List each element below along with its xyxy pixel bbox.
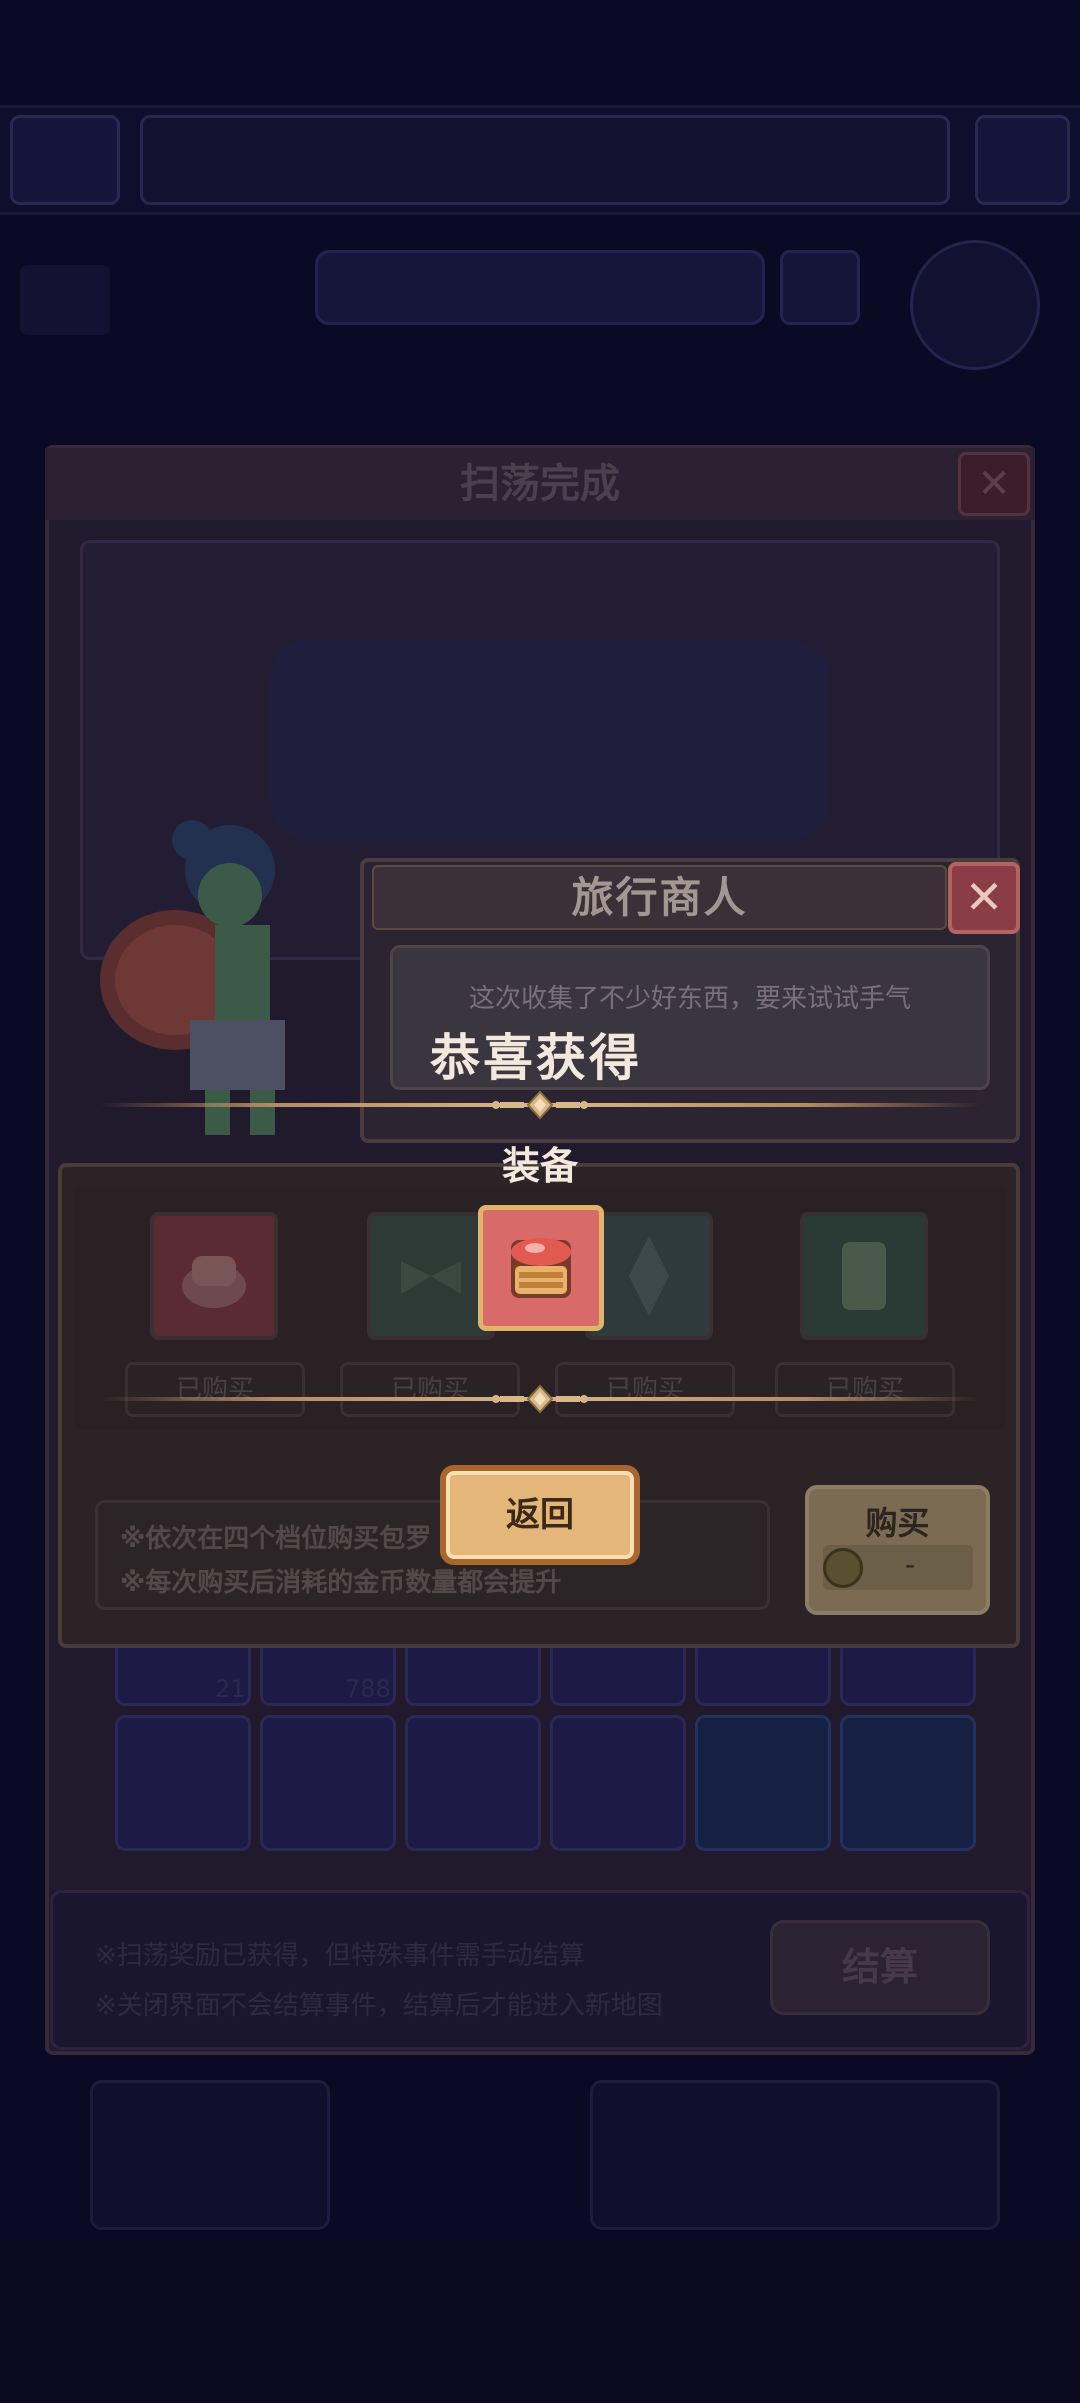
grid-slot [840,1715,976,1851]
shop-tip: ※每次购买后消耗的金币数量都会提升 [120,1568,562,1598]
reward-grid [110,1640,976,1860]
nav-box [90,2080,330,2230]
stage-selector [315,250,765,325]
merchant-message: 这次收集了不少好东西，要来试试手气 [468,984,911,1014]
shop-item-card [367,1212,495,1340]
item-status: 已购买 [775,1362,955,1417]
helmet-icon [511,1238,571,1298]
shop-item-card [585,1212,713,1340]
ornament-icon [492,1384,588,1414]
close-icon[interactable]: ✕ [948,862,1020,934]
shop-item-card [150,1212,278,1340]
settings-box [975,115,1070,205]
nav-box [590,2080,1000,2230]
merchant-title: 旅行商人 [372,865,947,930]
reward-item [478,1205,604,1331]
sweep-note: ※扫荡奖励已获得，但特殊事件需手动结算 [95,1941,585,1971]
shop-item-card [800,1212,928,1340]
sweep-note: ※关闭界面不会结算事件，结算后才能进入新地图 [95,1991,663,2021]
grid-slot [695,1715,831,1851]
coin-value: - [905,1548,916,1581]
settle-button: 结算 [770,1920,990,2015]
grid-slot [695,1640,831,1706]
sweep-close-icon: ✕ [958,452,1030,516]
crystal-icon [629,1236,669,1316]
grid-slot [550,1640,686,1706]
player-avatar-box [10,115,120,205]
reward-category: 装备 [501,1144,578,1188]
party-characters [270,640,830,840]
map-icon [20,265,110,335]
grid-slot [405,1640,541,1706]
shop-tip: ※依次在四个档位购买包罗 [120,1524,432,1554]
sweep-title: 扫荡完成 [45,448,1035,520]
return-label: 返回 [506,1495,574,1535]
bow-icon [401,1261,461,1294]
grid-slot [115,1715,251,1851]
resource-panel [140,115,950,205]
buy-label: 购买 [865,1504,930,1542]
coin-icon [823,1548,863,1588]
grid-count: 21 [215,1675,246,1703]
hat-icon [182,1256,246,1308]
ornament-icon [492,1090,588,1120]
reward-title: 恭喜获得 [430,1029,642,1087]
grid-slot [550,1715,686,1851]
compass-icon [910,240,1040,370]
grid-slot [260,1715,396,1851]
bottom-dock [0,2240,1080,2403]
side-icon [780,250,860,325]
item-status: 已购买 [125,1362,305,1417]
grid-count: 788 [345,1675,391,1703]
grid-slot [840,1640,976,1706]
grid-slot [405,1715,541,1851]
scroll-icon [842,1242,886,1310]
